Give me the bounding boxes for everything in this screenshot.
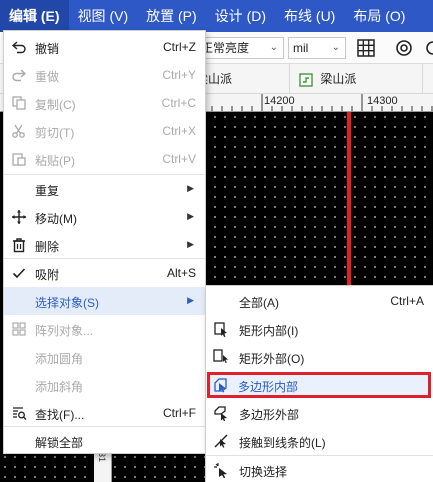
undo-icon (11, 41, 26, 54)
toggle-select-icon (214, 463, 227, 478)
menu-item-label: 删除 (35, 240, 60, 254)
menu-item-add-fillet[interactable]: 添加圆角 (4, 343, 205, 371)
edit-menu: 撤销 Ctrl+Z 重做 Ctrl+Y 复制(C) Ctrl+C 剪切(T) C… (3, 30, 206, 454)
chevron-right-icon: ▶ (187, 211, 194, 221)
chevron-right-icon: ▶ (187, 295, 194, 305)
menu-item-label: 阵列对象... (35, 324, 94, 338)
submenu-item-select-all[interactable]: 全部(A) Ctrl+A (206, 287, 433, 315)
menu-item-array[interactable]: 阵列对象... (4, 315, 205, 343)
menu-item-label: 矩形外部(O) (239, 352, 305, 366)
submenu-item-rect-inside[interactable]: 矩形内部(I) (206, 315, 433, 343)
shortcut-label: Ctrl+C (161, 96, 196, 110)
scissors-icon (12, 124, 25, 138)
find-icon (13, 407, 27, 420)
menu-item-snap[interactable]: 吸附 Alt+S (4, 259, 205, 287)
touch-line-icon (214, 434, 228, 448)
shortcut-label: Ctrl+A (390, 294, 424, 308)
menu-item-undo[interactable]: 撤销 Ctrl+Z (4, 33, 205, 61)
shortcut-label: Alt+S (166, 266, 196, 280)
chevron-down-icon: ⌄ (331, 42, 340, 53)
chevron-down-icon: ⌄ (269, 42, 278, 53)
submenu-item-polygon-outside[interactable]: 多边形外部 (206, 399, 433, 427)
menu-item-label: 移动(M) (35, 212, 77, 226)
menu-design[interactable]: 设计 (D) (206, 0, 275, 32)
rect-inside-icon (214, 322, 227, 337)
menu-place[interactable]: 放置 (P) (137, 0, 206, 32)
menu-item-cut[interactable]: 剪切(T) Ctrl+X (4, 117, 205, 145)
ruler-label: 14300 (367, 95, 398, 107)
menu-item-unlock-all[interactable]: 解锁全部 (4, 427, 205, 455)
menu-item-label: 重复 (35, 184, 60, 198)
unit-select[interactable]: mil ⌄ (288, 37, 346, 59)
menu-item-label: 添加圆角 (35, 352, 84, 366)
polygon-outside-icon (214, 406, 227, 421)
redo-icon (12, 69, 27, 82)
check-icon (12, 268, 26, 279)
polygon-inside-icon (214, 378, 227, 393)
menu-item-label: 全部(A) (239, 296, 279, 310)
menubar: 编辑 (E) 视图 (V) 放置 (P) 设计 (D) 布线 (U) 布局 (O… (0, 0, 433, 32)
menu-item-label: 复制(C) (35, 98, 76, 112)
grid-array-icon (12, 322, 26, 336)
ruler-label: 14200 (264, 95, 295, 107)
shortcut-label: Ctrl+Z (163, 40, 196, 54)
menu-item-add-chamfer[interactable]: 添加斜角 (4, 371, 205, 399)
menu-item-label: 解锁全部 (35, 436, 84, 450)
menu-item-redo[interactable]: 重做 Ctrl+Y (4, 61, 205, 89)
brightness-value: 正常亮度 (201, 41, 250, 55)
chevron-right-icon: ▶ (187, 183, 194, 193)
menu-item-label: 添加斜角 (35, 380, 84, 394)
move-icon (12, 210, 26, 224)
shortcut-label: Ctrl+F (163, 406, 196, 420)
menu-route[interactable]: 布线 (U) (275, 0, 344, 32)
unit-value: mil (293, 41, 309, 55)
menu-item-find[interactable]: 查找(F)... Ctrl+F (4, 399, 205, 427)
submenu-item-polygon-inside[interactable]: 多边形内部 (207, 372, 431, 398)
menu-item-label: 重做 (35, 70, 60, 84)
menu-item-label: 多边形外部 (239, 408, 300, 422)
menu-item-label: 选择对象(S) (35, 296, 99, 310)
menu-item-move[interactable]: 移动(M) ▶ (4, 203, 205, 231)
tab-label: 梁山派 (320, 72, 357, 86)
submenu-item-rect-outside[interactable]: 矩形外部(O) (206, 343, 433, 371)
menu-item-select-objects[interactable]: 选择对象(S) ▶ (4, 287, 205, 315)
menu-item-delete[interactable]: 删除 ▶ (4, 231, 205, 259)
shortcut-label: Ctrl+V (162, 152, 196, 166)
menu-item-label: 多边形内部 (238, 380, 299, 394)
menu-item-label: 矩形内部(I) (239, 324, 299, 338)
shortcut-label: Ctrl+X (162, 124, 196, 138)
menu-item-label: 吸附 (35, 268, 60, 282)
menu-item-paste[interactable]: 粘贴(P) Ctrl+V (4, 145, 205, 173)
menu-item-label: 剪切(T) (35, 126, 75, 140)
paste-icon (12, 153, 26, 166)
menu-item-label: 粘贴(P) (35, 154, 75, 168)
menu-item-copy[interactable]: 复制(C) Ctrl+C (4, 89, 205, 117)
menu-layout[interactable]: 布局 (O) (344, 0, 414, 32)
menu-view[interactable]: 视图 (V) (69, 0, 138, 32)
grid-icon[interactable] (356, 38, 376, 58)
menu-item-label: 切换选择 (239, 465, 288, 479)
chevron-right-icon: ▶ (187, 239, 194, 249)
pcb-doc-icon (299, 73, 313, 87)
menu-item-label: 接触到线条的(L) (239, 436, 326, 450)
rect-outside-icon (213, 349, 228, 363)
menu-item-label: 撤销 (35, 42, 60, 56)
submenu-item-toggle-select[interactable]: 切换选择 (206, 456, 433, 482)
tab-pcb-2[interactable]: 梁山派 (293, 64, 423, 94)
menu-item-repeat[interactable]: 重复 ▶ (4, 175, 205, 203)
submenu-item-touch-line[interactable]: 接触到线条的(L) (206, 427, 433, 455)
brightness-select[interactable]: 正常亮度 ⌄ (196, 37, 284, 59)
menu-item-label: 查找(F)... (35, 408, 85, 422)
menu-edit[interactable]: 编辑 (E) (0, 0, 69, 32)
target-icon[interactable] (394, 38, 414, 58)
trash-icon (13, 238, 25, 253)
shortcut-label: Ctrl+Y (162, 68, 196, 82)
copy-icon (12, 96, 26, 110)
gear-icon[interactable] (424, 38, 433, 58)
